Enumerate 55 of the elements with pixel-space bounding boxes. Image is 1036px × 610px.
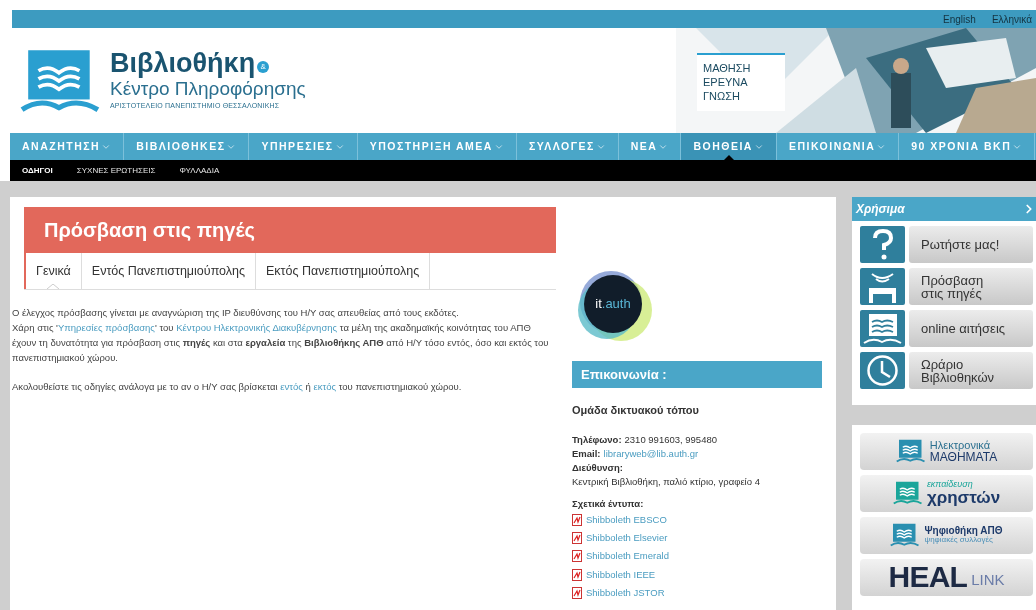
logo-subtitle: Κέντρο Πληροφόρησης xyxy=(110,77,306,101)
tab[interactable]: Γενικά xyxy=(24,253,82,289)
email-link[interactable]: libraryweb@lib.auth.gr xyxy=(603,446,699,461)
sub-nav-item[interactable]: ΦΥΛΛΑΔΙΑ xyxy=(179,164,220,177)
ampersand-badge: & xyxy=(257,61,270,74)
contact-label: Email: xyxy=(572,446,601,461)
document-link[interactable]: Shibboleth IEEE xyxy=(586,567,656,582)
contact-title: Επικοινωνία : xyxy=(581,365,667,384)
book-logo-icon xyxy=(895,438,926,465)
contact-value: 2310 991603, 995480 xyxy=(624,432,717,447)
nav-item[interactable]: ΒΟΗΘΕΙΑ xyxy=(681,133,777,160)
address-label: Διεύθυνση: xyxy=(572,460,624,475)
document-link[interactable]: Shibboleth JSTOR xyxy=(586,585,665,600)
heal-link-banner[interactable]: HEAL LINK xyxy=(860,558,1033,596)
clock-icon xyxy=(860,352,905,389)
text-link[interactable]: εντός xyxy=(280,381,303,392)
quick-link-button[interactable]: online αιτήσεις xyxy=(909,310,1033,347)
book-icon xyxy=(860,310,905,347)
user-training-banner[interactable]: εκπαίδευση χρηστών xyxy=(860,474,1033,512)
tab-pointer-icon xyxy=(47,284,60,289)
page-title: Πρόσβαση στις πηγές xyxy=(44,218,255,243)
wifi-folder-icon xyxy=(860,268,905,305)
pdf-file-icon xyxy=(572,532,582,545)
paragraph: Ο έλεγχος πρόσβασης γίνεται με αναγνώριση της IP διευθύνσης του Η/Υ σας απευθείας από τους εκδότες. Χάρη στις 'Υπηρεσίες πρόσβασης' του Κέντρου Ηλεκτρονικής Διακυβέρνησης τα μέλη της ακαδημαϊκής κοινότητας του ΑΠΘ έχουν τη δυνατότητα για πρόσβαση στις πηγές και στα εργαλεία της Βιβλιοθήκης ΑΠΘ από Η/Υ τόσο εντός, όσο και εκτός του πανεπιστημιακού χώρου. xyxy=(12,306,550,365)
language-link[interactable]: English xyxy=(943,11,976,27)
document-link[interactable]: Shibboleth Elsevier xyxy=(586,531,668,546)
language-link[interactable]: Ελληνικά xyxy=(991,11,1032,27)
paragraph: Ακολουθείστε τις οδηγίες ανάλογα με το αν ο Η/Υ σας βρίσκεται εντός ή εκτός του πανεπιστημιακού χώρου. xyxy=(12,380,463,394)
quick-link-button[interactable]: Ωράριο Βιβλιοθηκών xyxy=(909,352,1033,389)
pdf-file-icon xyxy=(572,586,582,599)
elearning-banner[interactable]: Ηλεκτρονικά ΜΑΘΗΜΑΤΑ xyxy=(860,432,1033,470)
logo-title: Βιβλιοθήκη xyxy=(110,49,256,77)
book-logo-icon xyxy=(890,522,921,549)
text-link[interactable]: εκτός xyxy=(313,381,337,392)
motto-word: ΓΝΩΣΗ xyxy=(703,89,741,104)
text-link[interactable]: Κέντρου Ηλεκτρονικής Διακυβέρνησης xyxy=(176,322,338,333)
document-link[interactable]: Shibboleth Emerald xyxy=(586,549,669,564)
pdf-file-icon xyxy=(572,550,582,563)
sub-nav-item[interactable]: ΣΥΧΝΕΣ ΕΡΩΤΗΣΕΙΣ xyxy=(76,164,156,177)
pdf-file-icon xyxy=(572,513,582,526)
motto-word: ΜΑΘΗΣΗ xyxy=(703,62,752,77)
pdf-file-icon xyxy=(572,568,582,581)
digital-repository-banner[interactable]: Ψηφιοθήκη ΑΠΘ ψηφιακές συλλογές xyxy=(860,516,1033,554)
quick-link-button[interactable]: Ρωτήστε μας! xyxy=(909,226,1033,263)
book-logo-icon xyxy=(892,480,923,507)
document-link[interactable]: Shibboleth EBSCO xyxy=(586,512,667,527)
address-text: Κεντρική Βιβλιοθήκη, παλιό κτίριο, γραφείο 4 xyxy=(572,474,761,489)
question-icon xyxy=(860,226,905,263)
useful-title: Χρήσιμα xyxy=(856,201,905,218)
documents-title: Σχετικά έντυπα: xyxy=(572,496,645,511)
motto-word: ΕΡΕΥΝΑ xyxy=(703,76,749,90)
contact-label: Τηλέφωνο: xyxy=(572,432,622,447)
quick-link-button[interactable]: Πρόσβαση στις πηγές xyxy=(909,268,1033,305)
team-name: Ομάδα δικτυακού τόπου xyxy=(572,403,700,418)
sub-nav-item[interactable]: ΟΔΗΓΟΙ xyxy=(22,164,53,177)
